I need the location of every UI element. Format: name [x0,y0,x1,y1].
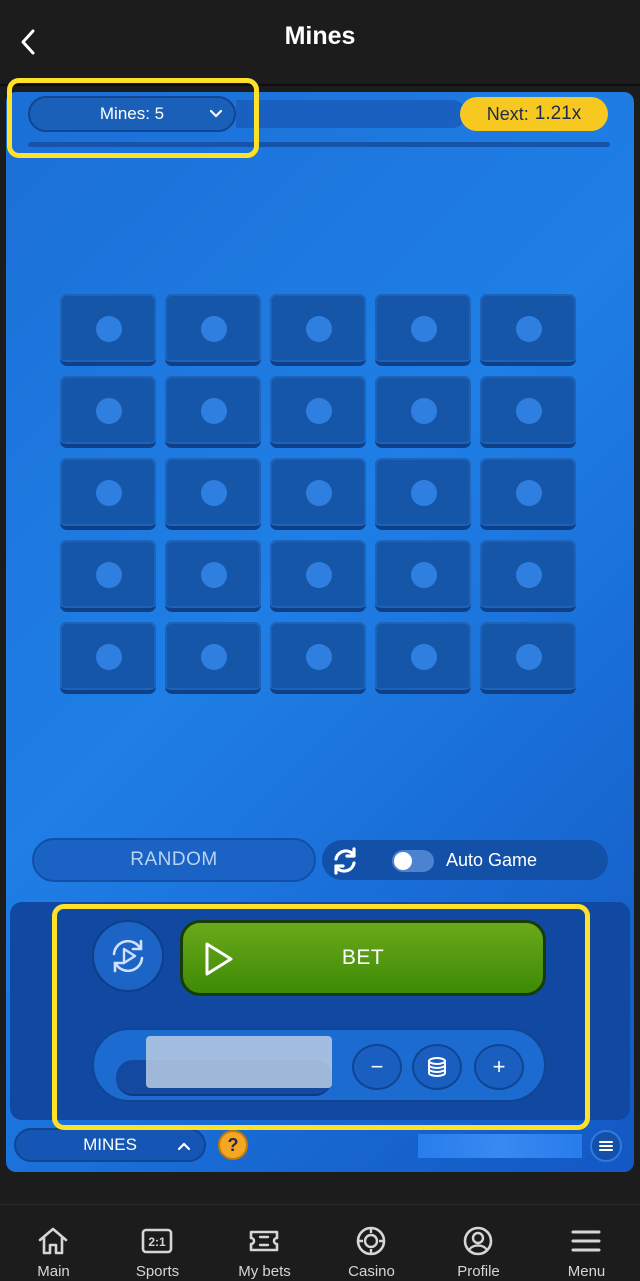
mine-tile[interactable] [375,458,471,530]
toggle-knob [394,852,412,870]
tile-dot [306,562,332,588]
nav-profile-label: Profile [457,1263,500,1280]
menu-icon [571,1230,601,1252]
mine-tile[interactable] [60,622,156,694]
mine-tile[interactable] [60,458,156,530]
sports-icon: 2:1 [141,1228,173,1254]
tile-dot [411,480,437,506]
tile-dot [96,398,122,424]
nav-main[interactable]: Main [0,1205,107,1281]
mine-tile[interactable] [270,294,366,366]
game-switch-label: MINES [83,1135,137,1154]
tile-dot [201,398,227,424]
tile-dot [411,398,437,424]
tile-dot [411,562,437,588]
tile-dot [306,644,332,670]
tile-dot [306,398,332,424]
nav-my-bets-label: My bets [238,1263,291,1280]
random-button[interactable]: RANDOM [32,838,316,882]
bottom-nav: Main 2:1 Sports My bets Casino Profile M… [0,1204,640,1281]
refresh-icon[interactable] [328,844,362,878]
nav-casino-label: Casino [348,1263,395,1280]
tile-dot [96,480,122,506]
tile-dot [201,480,227,506]
mines-select-track [236,100,466,128]
help-button[interactable]: ? [218,1130,248,1160]
chevron-up-icon [177,1142,191,1151]
mine-tile[interactable] [480,458,576,530]
nav-sports-label: Sports [135,1263,180,1280]
nav-main-label: Main [37,1263,70,1280]
home-icon [38,1227,68,1255]
tile-dot [306,480,332,506]
ticket-icon [249,1230,279,1252]
mine-tile[interactable] [480,622,576,694]
tile-dot [201,316,227,342]
balance-redacted [418,1134,582,1158]
top-bar: Mines [0,0,640,84]
mine-tile[interactable] [60,294,156,366]
casino-chip-icon [356,1226,386,1256]
tile-dot [306,316,332,342]
mine-tile[interactable] [165,540,261,612]
auto-game-toggle[interactable] [392,850,434,872]
nav-casino[interactable]: Casino [318,1205,425,1281]
game-menu-button[interactable] [590,1130,622,1162]
page-title: Mines [284,22,356,50]
tile-dot [516,562,542,588]
mine-tile[interactable] [270,540,366,612]
mine-tile[interactable] [165,376,261,448]
mine-tile[interactable] [480,540,576,612]
mine-tile[interactable] [375,376,471,448]
tile-dot [411,316,437,342]
mine-tile[interactable] [165,622,261,694]
mine-tile[interactable] [480,376,576,448]
nav-my-bets[interactable]: My bets [211,1205,318,1281]
tile-dot [201,562,227,588]
next-multiplier-value: 1.21x [534,103,582,124]
svg-text:2:1: 2:1 [148,1235,166,1249]
tile-dot [411,644,437,670]
auto-game-panel: Auto Game [322,840,608,880]
mine-tile[interactable] [165,294,261,366]
mine-tile[interactable] [165,458,261,530]
nav-sports[interactable]: 2:1 Sports [104,1205,211,1281]
next-multiplier-badge: Next: 1.21x [460,97,608,131]
tile-dot [516,644,542,670]
tile-dot [516,398,542,424]
mines-grid [60,294,580,694]
tile-dot [96,644,122,670]
hamburger-icon [599,1141,613,1151]
tile-dot [96,562,122,588]
mine-tile[interactable] [375,540,471,612]
mine-tile[interactable] [270,622,366,694]
game-switch-button[interactable]: MINES [14,1128,206,1162]
nav-menu-label: Menu [567,1263,606,1280]
tile-dot [201,644,227,670]
tile-dot [516,316,542,342]
tile-dot [96,316,122,342]
mine-tile[interactable] [60,540,156,612]
mine-tile[interactable] [375,294,471,366]
highlight-bet-controls [52,904,590,1130]
mine-tile[interactable] [480,294,576,366]
next-label: Next: [486,103,529,124]
tile-dot [516,480,542,506]
highlight-mines-select [7,78,259,158]
mine-tile[interactable] [375,622,471,694]
auto-game-label: Auto Game [446,850,538,870]
profile-icon [463,1226,493,1256]
mine-tile[interactable] [60,376,156,448]
nav-profile[interactable]: Profile [425,1205,532,1281]
nav-menu[interactable]: Menu [533,1205,640,1281]
mine-tile[interactable] [270,458,366,530]
mine-tile[interactable] [270,376,366,448]
